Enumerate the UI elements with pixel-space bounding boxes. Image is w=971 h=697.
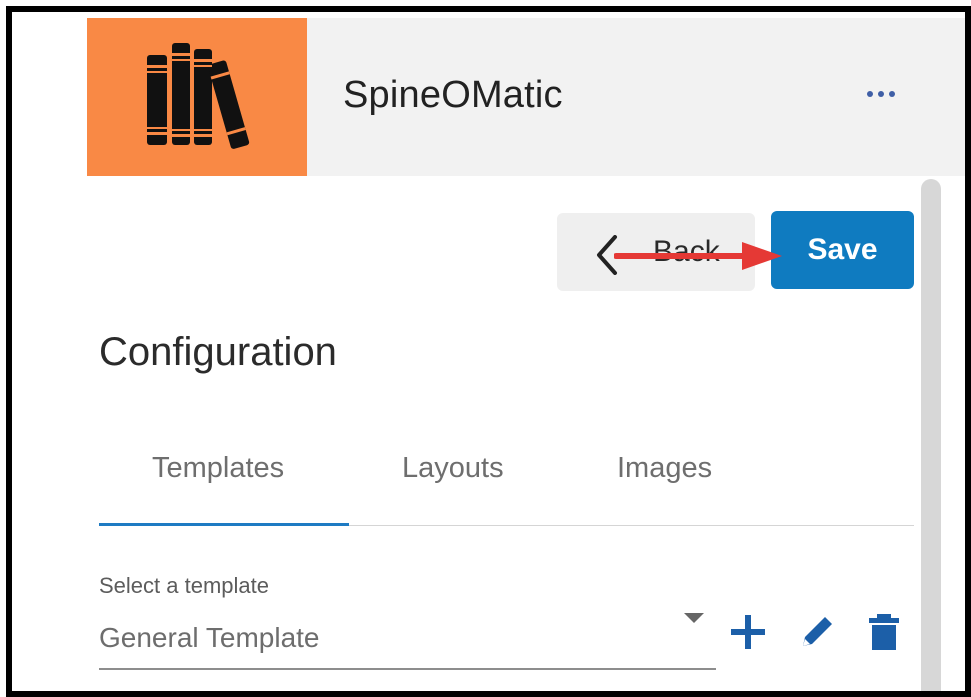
books-icon <box>147 43 250 149</box>
app-header: SpineOMatic <box>87 18 965 176</box>
app-title: SpineOMatic <box>343 74 563 116</box>
pencil-icon[interactable] <box>797 612 837 652</box>
template-select[interactable]: General Template <box>99 622 320 654</box>
tab-layouts[interactable]: Layouts <box>402 452 504 485</box>
template-select-underline <box>99 668 716 670</box>
app-logo <box>87 18 307 176</box>
vertical-scrollbar[interactable] <box>921 179 941 691</box>
dropdown-caret-icon[interactable] <box>684 613 704 623</box>
template-select-label: Select a template <box>99 573 269 598</box>
save-button[interactable]: Save <box>771 211 914 289</box>
tab-images[interactable]: Images <box>617 452 712 485</box>
save-button-label: Save <box>807 233 878 266</box>
more-horizontal-icon-dot <box>878 91 884 97</box>
page-title: Configuration <box>99 330 337 374</box>
left-margin <box>12 12 87 691</box>
more-horizontal-icon <box>867 91 873 97</box>
trash-icon[interactable] <box>864 612 904 652</box>
plus-icon[interactable] <box>728 612 768 652</box>
annotation-arrow-icon <box>614 242 782 270</box>
more-options-button[interactable] <box>863 82 903 106</box>
tab-templates[interactable]: Templates <box>152 452 284 485</box>
more-horizontal-icon-dot <box>889 91 895 97</box>
screenshot-frame: SpineOMatic Back Save Configuration Temp… <box>6 6 971 697</box>
active-tab-indicator <box>99 523 349 526</box>
